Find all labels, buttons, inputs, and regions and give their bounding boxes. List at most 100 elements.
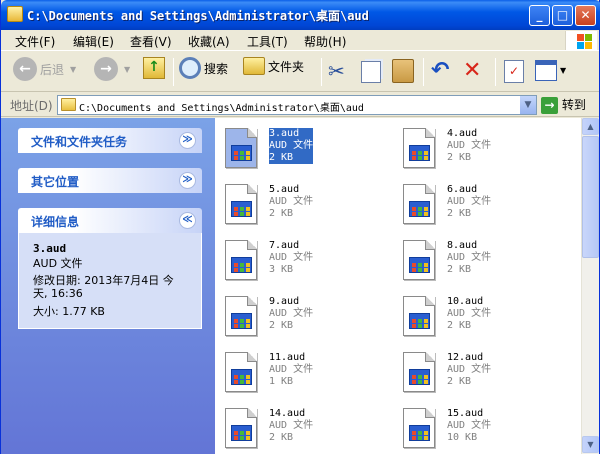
up-folder-button[interactable]: ↑	[143, 57, 165, 87]
close-button[interactable]: ✕	[575, 5, 596, 26]
file-item[interactable]: 11.aud AUD 文件 1 KB	[219, 348, 389, 402]
go-label: 转到	[561, 98, 586, 112]
file-text: 3.aud AUD 文件 2 KB	[269, 128, 314, 164]
file-size: 2 KB	[269, 208, 294, 219]
scroll-thumb[interactable]	[582, 136, 599, 258]
app-window-icon	[231, 369, 252, 385]
address-input[interactable]: C:\Documents and Settings\Administrator\…	[57, 95, 537, 115]
file-name: 10.aud	[447, 296, 484, 307]
collapse-chevron-icon[interactable]: ≪	[179, 212, 196, 229]
delete-button[interactable]: ✕	[463, 57, 481, 87]
address-dropdown-button[interactable]: ▼	[519, 96, 536, 114]
file-size: 2 KB	[269, 152, 294, 163]
file-item[interactable]: 4.aud AUD 文件 2 KB	[397, 124, 567, 178]
expand-chevron-icon[interactable]: ≫	[179, 132, 196, 149]
folder-icon	[61, 98, 76, 111]
dropdown-icon: ▼	[70, 64, 77, 74]
explorer-window: C:\Documents and Settings\Administrator\…	[0, 0, 600, 454]
dropdown-icon: ▼	[124, 64, 131, 74]
address-label: 地址(D)	[10, 99, 53, 113]
dropdown-icon: ▼	[560, 66, 567, 75]
file-name: 14.aud	[269, 408, 306, 419]
app-window-icon	[409, 145, 430, 161]
back-arrow-icon: ←	[13, 57, 37, 81]
file-text: 8.aud AUD 文件 2 KB	[447, 240, 491, 276]
folder-icon	[7, 6, 23, 22]
panel-file-tasks[interactable]: 文件和文件夹任务 ≫	[18, 128, 202, 153]
undo-button[interactable]: ↶	[431, 57, 449, 87]
file-type: AUD 文件	[269, 140, 314, 151]
views-button[interactable]: ▼	[535, 60, 566, 90]
panel-other-places[interactable]: 其它位置 ≫	[18, 168, 202, 193]
file-item[interactable]: 5.aud AUD 文件 2 KB	[219, 180, 389, 234]
go-arrow-icon: →	[541, 97, 558, 114]
aud-file-icon	[403, 408, 435, 448]
file-name: 11.aud	[269, 352, 306, 363]
app-window-icon	[231, 257, 252, 273]
expand-chevron-icon[interactable]: ≫	[179, 172, 196, 189]
aud-file-icon	[225, 184, 257, 224]
file-item[interactable]: 3.aud AUD 文件 2 KB	[219, 124, 389, 178]
file-size: 2 KB	[447, 208, 472, 219]
toolbar-separator	[173, 58, 174, 86]
title-bar[interactable]: C:\Documents and Settings\Administrator\…	[1, 0, 600, 30]
minimize-button[interactable]: _	[529, 5, 550, 26]
toolbar-separator	[321, 58, 322, 86]
file-item[interactable]: 15.aud AUD 文件 10 KB	[397, 404, 567, 454]
folders-button[interactable]: 文件夹	[243, 57, 304, 87]
app-window-icon	[409, 201, 430, 217]
go-button[interactable]: → 转到	[541, 96, 586, 114]
task-pane: 文件和文件夹任务 ≫ 其它位置 ≫ 详细信息 ≪ 3.aud AUD 文件 修改…	[1, 118, 215, 454]
file-item[interactable]: 7.aud AUD 文件 3 KB	[219, 236, 389, 290]
copy-button[interactable]	[361, 61, 381, 91]
file-size: 3 KB	[269, 264, 294, 275]
app-window-icon	[409, 369, 430, 385]
aud-file-icon	[225, 128, 257, 168]
vertical-scrollbar[interactable]: ▲ ▼	[581, 118, 599, 454]
undo-icon: ↶	[431, 58, 450, 83]
back-button[interactable]: ← 后退 ▼	[13, 57, 76, 87]
aud-file-icon	[225, 352, 257, 392]
file-name: 4.aud	[447, 128, 478, 139]
app-window-icon	[409, 425, 430, 441]
menu-favorites[interactable]: 收藏(A)	[188, 33, 230, 50]
file-text: 12.aud AUD 文件 2 KB	[447, 352, 491, 388]
paste-button[interactable]	[392, 59, 414, 89]
panel-title: 文件和文件夹任务	[31, 135, 128, 149]
menu-help[interactable]: 帮助(H)	[304, 33, 346, 50]
file-name: 9.aud	[269, 296, 300, 307]
copy-icon	[361, 61, 381, 83]
file-name: 5.aud	[269, 184, 300, 195]
file-text: 11.aud AUD 文件 1 KB	[269, 352, 313, 388]
cut-button[interactable]: ✂	[328, 57, 345, 87]
maximize-button[interactable]: □	[552, 5, 573, 26]
file-item[interactable]: 6.aud AUD 文件 2 KB	[397, 180, 567, 234]
scroll-up-button[interactable]: ▲	[582, 118, 599, 135]
toolbar-separator	[495, 58, 496, 86]
file-size: 10 KB	[447, 432, 478, 443]
file-item[interactable]: 12.aud AUD 文件 2 KB	[397, 348, 567, 402]
file-item[interactable]: 8.aud AUD 文件 2 KB	[397, 236, 567, 290]
scroll-down-button[interactable]: ▼	[582, 436, 599, 453]
panel-details[interactable]: 详细信息 ≪	[18, 208, 202, 233]
menu-view[interactable]: 查看(V)	[130, 33, 172, 50]
file-size: 2 KB	[447, 320, 472, 331]
file-item[interactable]: 9.aud AUD 文件 2 KB	[219, 292, 389, 346]
forward-button[interactable]: → ▼	[94, 57, 130, 87]
menu-edit[interactable]: 编辑(E)	[73, 33, 114, 50]
folders-icon	[243, 57, 265, 75]
file-type: AUD 文件	[447, 252, 492, 263]
menu-tools[interactable]: 工具(T)	[247, 33, 288, 50]
details-body: 3.aud AUD 文件 修改日期: 2013年7月4日 今 天, 16:36 …	[18, 233, 202, 329]
properties-button[interactable]: ✓	[504, 60, 524, 90]
file-text: 4.aud AUD 文件 2 KB	[447, 128, 491, 164]
file-type: AUD 文件	[447, 196, 492, 207]
file-name: 3.aud	[269, 128, 300, 139]
aud-file-icon	[403, 240, 435, 280]
windows-logo-icon	[565, 31, 597, 50]
file-item[interactable]: 10.aud AUD 文件 2 KB	[397, 292, 567, 346]
menu-file[interactable]: 文件(F)	[15, 33, 55, 50]
file-item[interactable]: 14.aud AUD 文件 2 KB	[219, 404, 389, 454]
file-list: 3.aud AUD 文件 2 KB 4.aud AUD 文件 2 KB 5.aud AUD 文…	[215, 118, 581, 454]
search-button[interactable]: 搜索	[179, 57, 228, 87]
